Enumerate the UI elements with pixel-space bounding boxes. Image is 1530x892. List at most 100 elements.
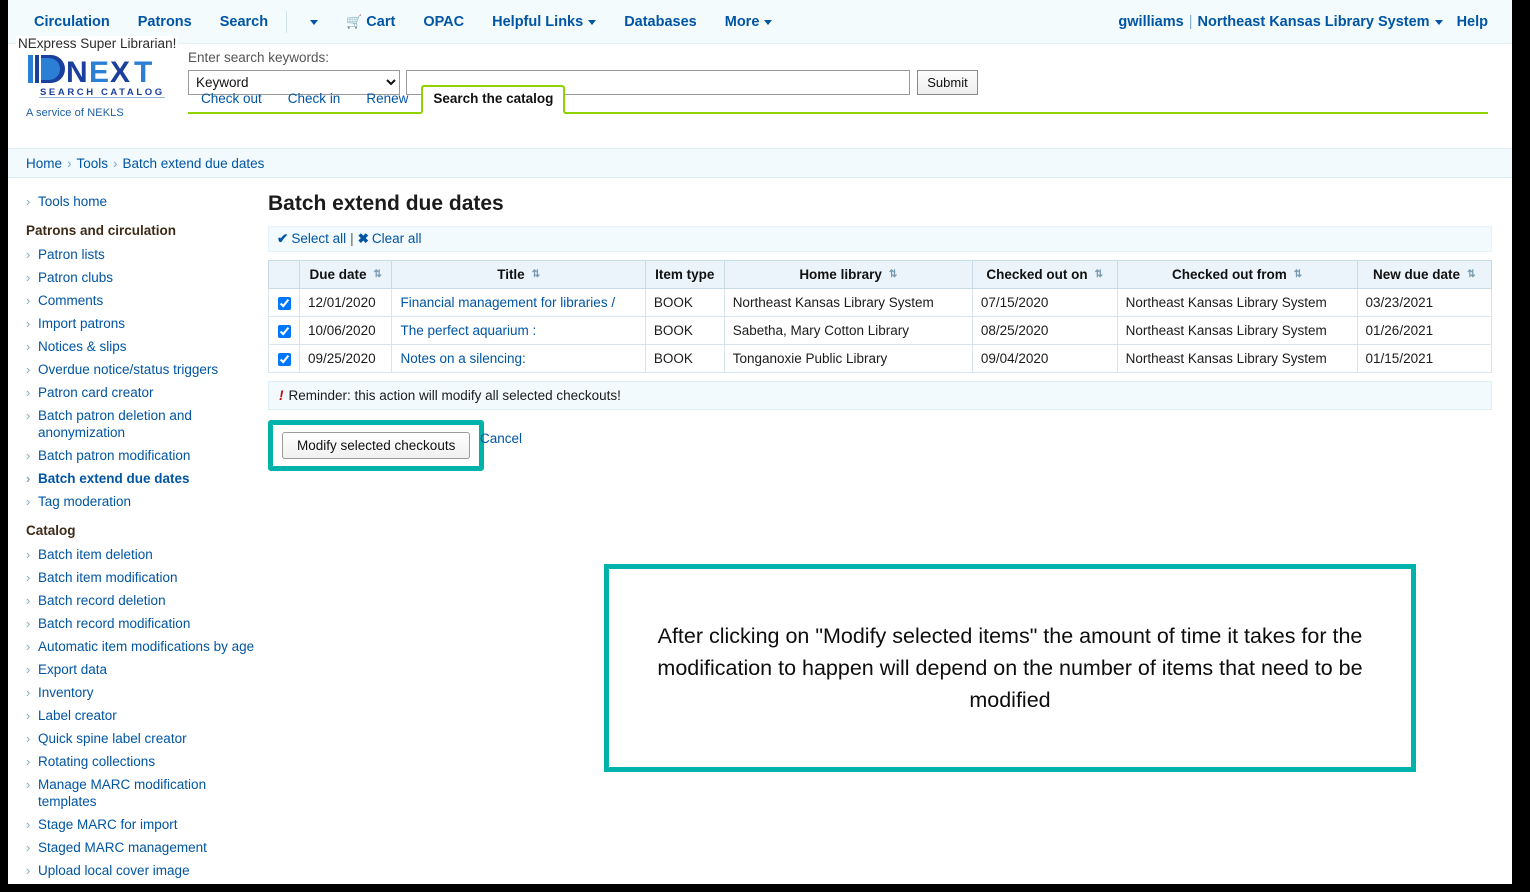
sidebar-item-label-creator[interactable]: Label creator [26, 704, 256, 727]
sidebar-item-patron-card-creator[interactable]: Patron card creator [26, 381, 256, 404]
sidebar-heading-catalog: Catalog [26, 523, 76, 538]
column-header-checked-out-from-label: Checked out from [1172, 267, 1287, 282]
nav-item-more-dropdown[interactable] [291, 0, 332, 44]
sidebar-heading-patrons-and-circulation: Patrons and circulation [26, 223, 177, 238]
sidebar-item-comments[interactable]: Comments [26, 289, 256, 312]
sidebar-item-batch-record-deletion[interactable]: Batch record deletion [26, 589, 256, 612]
tab-search-the-catalog[interactable]: Search the catalog [421, 85, 566, 114]
library-label: Northeast Kansas Library System [1197, 14, 1430, 30]
row-checkbox[interactable] [277, 324, 291, 338]
table-row: 12/01/2020 Financial management for libr… [267, 288, 1493, 317]
sidebar-item-quick-spine-label-creator[interactable]: Quick spine label creator [26, 727, 256, 750]
column-header-checked-out-on[interactable]: Checked out on ⇅ [971, 260, 1118, 289]
nav-item-search[interactable]: Search [206, 0, 282, 44]
sidebar-item-import-patrons[interactable]: Import patrons [26, 312, 256, 335]
sidebar-item-upload-local-cover-image[interactable]: Upload local cover image [26, 859, 256, 882]
sidebar-item-export-data[interactable]: Export data [26, 658, 256, 681]
cell-home-library: Sabetha, Mary Cotton Library [723, 316, 973, 345]
nav-item-helpful-links[interactable]: Helpful Links [478, 0, 610, 44]
column-header-item-type[interactable]: Item type [644, 260, 725, 289]
close-icon: ✖ [357, 231, 369, 246]
annotation-callout-text: After clicking on "Modify selected items… [657, 624, 1363, 712]
user-library-selector[interactable]: gwilliams | Northeast Kansas Library Syste… [1118, 14, 1443, 30]
cell-title: The perfect aquarium : [391, 316, 646, 345]
title-link[interactable]: Notes on a silencing: [400, 351, 525, 366]
checkouts-table-head: Due date ⇅ Title ⇅ Item type Home library ⇅… [267, 260, 1493, 289]
sidebar-item-batch-item-modification[interactable]: Batch item modification [26, 566, 256, 589]
sort-icon: ⇅ [1094, 269, 1104, 281]
cancel-link[interactable]: Cancel [480, 431, 522, 446]
title-link[interactable]: The perfect aquarium : [400, 323, 536, 338]
nav-item-opac[interactable]: OPAC [409, 0, 478, 44]
breadcrumb-separator: › [67, 156, 72, 171]
sidebar-item-batch-record-modification[interactable]: Batch record modification [26, 612, 256, 635]
sidebar-item-patron-lists[interactable]: Patron lists [26, 243, 256, 266]
nav-item-databases[interactable]: Databases [610, 0, 711, 44]
sidebar-item-stage-marc-for-import[interactable]: Stage MARC for import [26, 813, 256, 836]
select-all-link[interactable]: ✔ Select all [277, 231, 346, 246]
cell-checked-out-on: 08/25/2020 [971, 316, 1118, 345]
sidebar-item-rotating-collections[interactable]: Rotating collections [26, 750, 256, 773]
sidebar-item-manage-marc-modification-templates[interactable]: Manage MARC modification templates [26, 773, 256, 813]
top-nav-right-group: gwilliams | Northeast Kansas Library Syste… [1118, 0, 1502, 44]
sidebar-item-inventory[interactable]: Inventory [26, 681, 256, 704]
breadcrumb: Home › Tools › Batch extend due dates [8, 148, 1512, 178]
sidebar-item-tag-moderation[interactable]: Tag moderation [26, 490, 256, 513]
sidebar-item-batch-item-deletion[interactable]: Batch item deletion [26, 543, 256, 566]
svg-text:X: X [110, 56, 130, 89]
column-header-title[interactable]: Title ⇅ [391, 260, 646, 289]
checkouts-table-body: 12/01/2020 Financial management for libr… [267, 288, 1493, 373]
page-title: Batch extend due dates [268, 192, 504, 215]
clear-all-link[interactable]: ✖ Clear all [358, 231, 422, 246]
page-content: Tools home Patrons and circulation Patro… [8, 178, 1512, 884]
sidebar-item-batch-patron-modification[interactable]: Batch patron modification [26, 444, 256, 467]
cell-home-library: Tonganoxie Public Library [723, 344, 973, 373]
breadcrumb-item-current: Batch extend due dates [122, 156, 265, 171]
nav-item-more-label: More [724, 14, 760, 30]
select-controls-separator: | [350, 231, 354, 246]
breadcrumb-item-home[interactable]: Home [26, 156, 62, 171]
chevron-down-icon [764, 19, 773, 25]
sidebar-item-tools-home[interactable]: Tools home [26, 190, 256, 213]
tab-renew[interactable]: Renew [353, 87, 421, 112]
sidebar-item-staged-marc-management[interactable]: Staged MARC management [26, 836, 256, 859]
row-checkbox[interactable] [277, 296, 291, 310]
cell-due-date: 10/06/2020 [299, 316, 393, 345]
clear-all-label: Clear all [371, 231, 422, 246]
modify-selected-checkouts-button[interactable]: Modify selected checkouts [282, 432, 471, 459]
sidebar-item-automatic-item-modifications-by-age[interactable]: Automatic item modifications by age [26, 635, 256, 658]
title-link[interactable]: Financial management for libraries / [400, 295, 615, 310]
row-checkbox[interactable] [277, 352, 291, 366]
sidebar-item-overdue-notice-status-triggers[interactable]: Overdue notice/status triggers [26, 358, 256, 381]
column-header-new-due-date[interactable]: New due date ⇅ [1356, 260, 1493, 289]
nav-item-helpful-links-label: Helpful Links [492, 14, 584, 30]
cell-new-due-date: 01/26/2021 [1356, 316, 1493, 345]
column-header-checked-out-from[interactable]: Checked out from ⇅ [1116, 260, 1358, 289]
sidebar-item-notices-and-slips[interactable]: Notices & slips [26, 335, 256, 358]
column-header-home-library[interactable]: Home library ⇅ [723, 260, 973, 289]
action-row: Modify selected checkouts Cancel [268, 410, 1492, 471]
column-header-due-date[interactable]: Due date ⇅ [299, 260, 393, 289]
chevron-down-icon [588, 19, 597, 25]
cell-item-type: BOOK [644, 344, 725, 373]
table-row: 10/06/2020 The perfect aquarium : BOOK S… [267, 316, 1493, 345]
breadcrumb-item-tools[interactable]: Tools [77, 156, 109, 171]
next-search-catalog-logo[interactable]: N E X T SEARCH CATALOG A service of NEKL… [26, 52, 178, 119]
main-panel: Batch extend due dates ✔ Select all | ✖ Clea… [256, 178, 1512, 884]
tab-check-out[interactable]: Check out [188, 87, 275, 112]
column-header-item-type-label: Item type [655, 267, 715, 282]
nav-item-help[interactable]: Help [1443, 0, 1502, 44]
nav-item-more[interactable]: More [711, 0, 787, 44]
column-header-checked-out-on-label: Checked out on [986, 267, 1088, 282]
svg-text:SEARCH CATALOG: SEARCH CATALOG [40, 87, 165, 98]
cell-checked-out-on: 09/04/2020 [971, 344, 1118, 373]
sort-icon: ⇅ [531, 269, 541, 281]
tab-check-in[interactable]: Check in [275, 87, 354, 112]
cell-due-date: 12/01/2020 [299, 288, 393, 317]
chevron-down-icon [310, 19, 319, 25]
sidebar-item-batch-extend-due-dates[interactable]: Batch extend due dates [26, 467, 256, 490]
sidebar-item-batch-patron-deletion-and-anonymization[interactable]: Batch patron deletion and anonymization [26, 404, 256, 444]
nav-item-cart[interactable]: 🛒 Cart [332, 0, 409, 44]
sidebar-item-patron-clubs[interactable]: Patron clubs [26, 266, 256, 289]
cell-checked-out-from: Northeast Kansas Library System [1116, 288, 1358, 317]
